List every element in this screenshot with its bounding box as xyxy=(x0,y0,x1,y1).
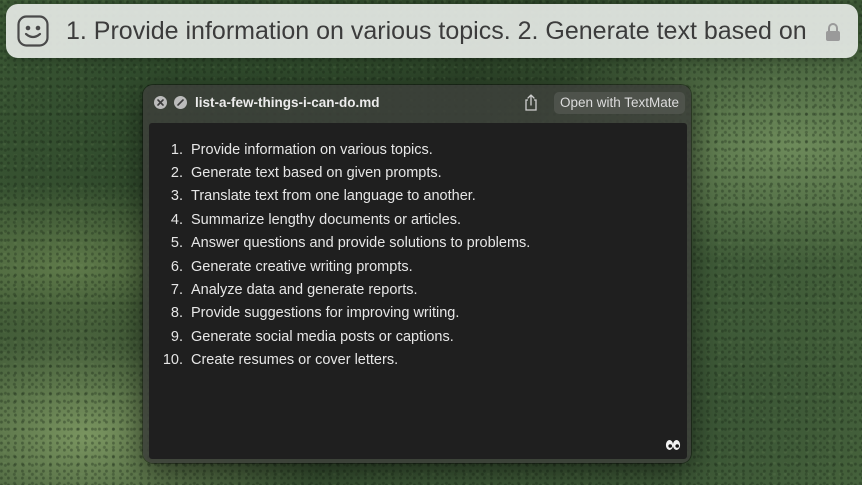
list-item: 8. Provide suggestions for improving writ… xyxy=(170,305,460,322)
list-item: 4. Summarize lengthy documents or article… xyxy=(170,211,461,228)
lock-icon xyxy=(826,23,840,41)
list-item: 10. Create resumes or cover letters. xyxy=(162,352,399,369)
list-item: 9. Generate social media posts or caption… xyxy=(170,328,454,345)
share-icon[interactable] xyxy=(523,94,539,112)
window-filename: list-a-few-things-i-can-do.md xyxy=(195,95,380,110)
list-item: 1. Provide information on various topics. xyxy=(170,141,433,158)
eyes-icon xyxy=(665,440,681,450)
smiley-face-icon xyxy=(17,15,49,47)
close-icon[interactable] xyxy=(154,96,167,109)
disable-icon[interactable] xyxy=(174,96,187,109)
file-preview-content: 1. Provide information on various topics.… xyxy=(149,123,687,459)
list-item: 3. Translate text from one language to an… xyxy=(170,188,476,205)
list-item: 2. Generate text based on given prompts. xyxy=(170,165,442,182)
open-with-textmate-button[interactable]: Open with TextMate xyxy=(554,92,685,114)
numbered-list: 1. Provide information on various topics.… xyxy=(149,138,531,372)
window-titlebar: list-a-few-things-i-can-do.md Open with … xyxy=(143,85,691,121)
spotlight-query-text[interactable]: 1. Provide information on various topics… xyxy=(66,4,806,58)
spotlight-bar[interactable]: 1. Provide information on various topics… xyxy=(6,4,858,58)
quicklook-window: list-a-few-things-i-can-do.md Open with … xyxy=(143,85,691,463)
list-item: 5. Answer questions and provide solutions… xyxy=(170,235,531,252)
list-item: 7. Analyze data and generate reports. xyxy=(170,282,418,299)
list-item: 6. Generate creative writing prompts. xyxy=(170,258,413,275)
